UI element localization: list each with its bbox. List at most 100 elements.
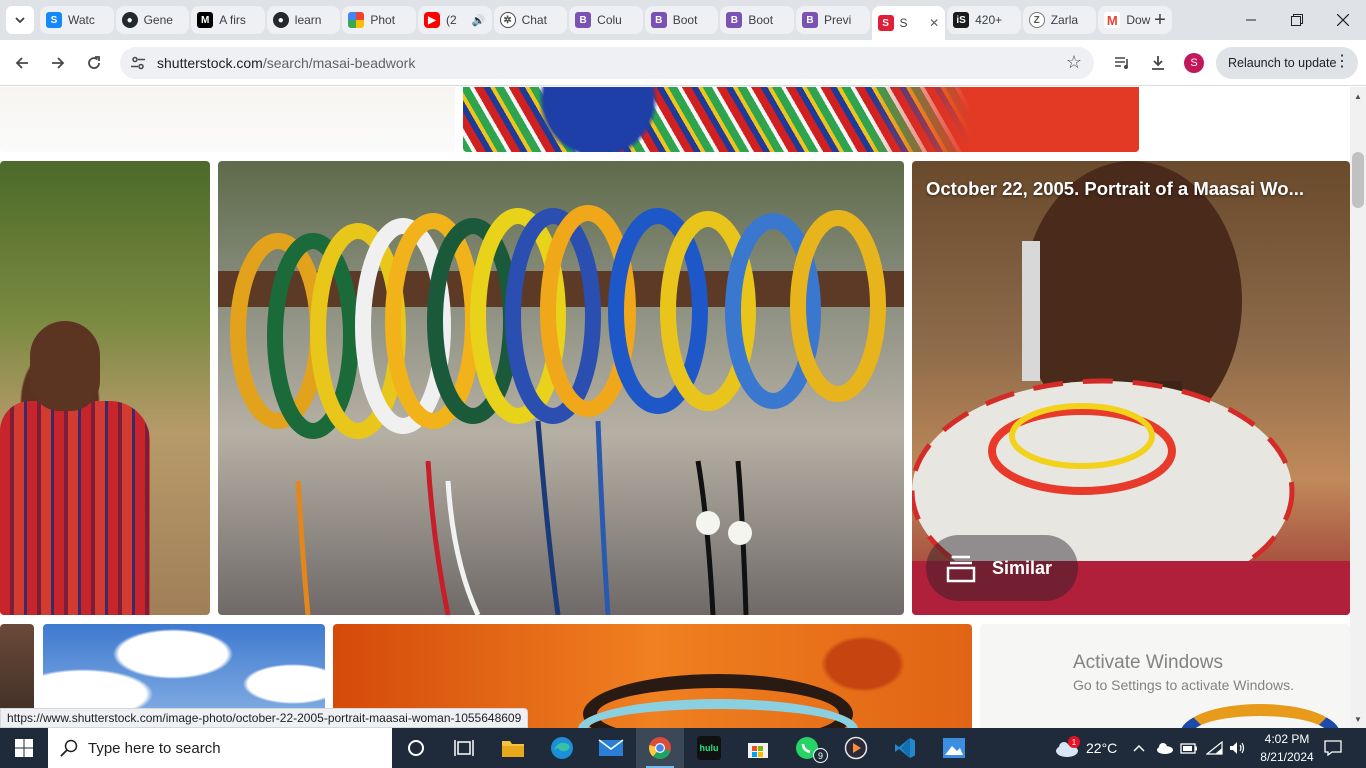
- close-icon: [1337, 14, 1349, 26]
- onedrive-icon: [1157, 743, 1173, 754]
- microsoft-store-button[interactable]: [734, 728, 782, 768]
- reading-list-button[interactable]: [1108, 49, 1136, 77]
- watermark-line-1: Activate Windows: [1073, 652, 1223, 673]
- store-icon: [748, 743, 768, 758]
- tab-bootstrap-1[interactable]: B Colu: [569, 6, 643, 34]
- task-view-button[interactable]: [440, 728, 488, 768]
- clock-date: 8/21/2024: [1260, 750, 1314, 764]
- battery-icon: [1180, 743, 1197, 754]
- bootstrap-icon: B: [650, 12, 667, 28]
- bracelets-illustration: [218, 205, 904, 615]
- tab-google-photos[interactable]: Phot: [342, 6, 416, 34]
- tab-stackblitz[interactable]: S Watc: [40, 6, 114, 34]
- istock-icon: iS: [953, 12, 970, 28]
- result-image-maasai-man[interactable]: [0, 161, 210, 615]
- taskbar-search-placeholder: Type here to search: [88, 739, 221, 757]
- hulu-button[interactable]: hulu: [685, 728, 733, 768]
- battery-tray-button[interactable]: [1180, 728, 1198, 768]
- taskbar-search-box[interactable]: Type here to search: [48, 728, 392, 768]
- media-player-button[interactable]: [832, 728, 880, 768]
- stackblitz-icon: S: [46, 12, 62, 28]
- tab-github-1[interactable]: ● Gene: [115, 6, 190, 34]
- url-text: shutterstock.com/search/masai-beadwork: [157, 55, 415, 71]
- action-center-button[interactable]: [1324, 728, 1344, 768]
- vscode-button[interactable]: [881, 728, 929, 768]
- tab-shutterstock[interactable]: S S ✕: [871, 6, 946, 40]
- tab-bootstrap-4[interactable]: B Previ: [795, 6, 870, 34]
- relaunch-button[interactable]: Relaunch to update ⋮: [1216, 47, 1358, 79]
- address-bar[interactable]: shutterstock.com/search/masai-beadwork ☆: [120, 47, 1094, 79]
- restore-button[interactable]: [1274, 0, 1320, 40]
- gmail-icon: M: [1104, 12, 1121, 28]
- task-view-icon: [454, 740, 474, 756]
- show-hidden-icons-button[interactable]: [1132, 728, 1146, 768]
- weather-widget[interactable]: 1 22°C: [1054, 728, 1117, 768]
- similar-label: Similar: [992, 557, 1053, 578]
- tab-medium[interactable]: MA firs: [191, 6, 265, 34]
- result-image-top-left[interactable]: [0, 87, 455, 152]
- tab-istock[interactable]: iS 420+: [947, 6, 1021, 34]
- tab-chatgpt[interactable]: ✲ Chat: [493, 6, 568, 34]
- relaunch-label: Relaunch to update: [1228, 56, 1337, 70]
- close-window-button[interactable]: [1320, 0, 1366, 40]
- activate-windows-watermark: Activate Windows Go to Settings to activ…: [1073, 652, 1294, 693]
- chrome-button[interactable]: [636, 728, 684, 768]
- tab-strip: S Watc ● Gene MA firs ● learn Phot ▶ (2 🔊 ✲ Ch…: [0, 0, 1366, 40]
- arrow-left-icon: [15, 57, 28, 69]
- mail-icon: [598, 739, 624, 756]
- mail-button[interactable]: [587, 728, 635, 768]
- minimize-button[interactable]: [1228, 0, 1274, 40]
- result-image-beaded-bracelets[interactable]: [218, 161, 904, 615]
- tab-zarla[interactable]: Z Zarla: [1022, 6, 1097, 34]
- tab-search-button[interactable]: [6, 6, 34, 34]
- link-status-bar: https://www.shutterstock.com/image-photo…: [0, 708, 529, 728]
- tab-youtube[interactable]: ▶ (2 🔊: [417, 6, 492, 34]
- new-tab-button[interactable]: +: [1148, 8, 1172, 32]
- weather-badge: 1: [1068, 736, 1080, 748]
- site-info-button[interactable]: [124, 49, 152, 77]
- browser-toolbar: shutterstock.com/search/masai-beadwork ☆…: [0, 40, 1366, 86]
- media-control-icon: [1115, 57, 1128, 69]
- more-menu-icon[interactable]: ⋮: [1334, 54, 1350, 70]
- tune-icon: [131, 56, 145, 70]
- reload-icon: [88, 56, 100, 69]
- profile-avatar[interactable]: S: [1184, 53, 1204, 73]
- network-tray-button[interactable]: [1206, 728, 1224, 768]
- file-explorer-button[interactable]: [489, 728, 537, 768]
- scroll-down-arrow-icon[interactable]: ▼: [1352, 713, 1364, 725]
- photos-button[interactable]: [930, 728, 978, 768]
- onedrive-tray-button[interactable]: [1155, 728, 1173, 768]
- bootstrap-icon: B: [726, 12, 743, 28]
- tab-github-2[interactable]: ● learn: [266, 6, 341, 34]
- url-path: /search/masai-beadwork: [262, 55, 416, 71]
- similar-button[interactable]: Similar: [926, 535, 1078, 601]
- forward-button[interactable]: [44, 49, 72, 77]
- github-icon: ●: [272, 12, 289, 28]
- youtube-icon: ▶: [423, 12, 440, 28]
- result-image-top-beadwork[interactable]: [463, 87, 1139, 152]
- whatsapp-button[interactable]: 9: [783, 728, 831, 768]
- cortana-button[interactable]: [392, 728, 440, 768]
- tab-bootstrap-3[interactable]: B Boot: [720, 6, 794, 34]
- bookmark-star-icon[interactable]: ☆: [1066, 52, 1082, 73]
- watermark-line-2: Go to Settings to activate Windows.: [1073, 677, 1294, 693]
- windows-logo-icon: [15, 739, 33, 757]
- notification-icon: [1324, 740, 1342, 756]
- scrollbar-thumb[interactable]: [1352, 152, 1364, 208]
- downloads-button[interactable]: [1144, 49, 1172, 77]
- clock-time: 4:02 PM: [1264, 732, 1310, 746]
- vscode-icon: [895, 738, 915, 758]
- edge-button[interactable]: [538, 728, 586, 768]
- back-button[interactable]: [8, 49, 36, 77]
- start-button[interactable]: [0, 728, 48, 768]
- play-icon: [844, 736, 868, 760]
- close-icon[interactable]: ✕: [929, 16, 939, 30]
- scroll-up-arrow-icon[interactable]: ▲: [1352, 90, 1364, 102]
- url-domain: shutterstock.com: [157, 55, 263, 71]
- volume-tray-button[interactable]: [1229, 728, 1247, 768]
- taskbar-clock[interactable]: 4:02 PM 8/21/2024: [1254, 730, 1320, 766]
- chevron-down-icon: [15, 17, 25, 24]
- reload-button[interactable]: [80, 49, 108, 77]
- wifi-icon: [1206, 741, 1223, 755]
- tab-bootstrap-2[interactable]: B Boot: [644, 6, 719, 34]
